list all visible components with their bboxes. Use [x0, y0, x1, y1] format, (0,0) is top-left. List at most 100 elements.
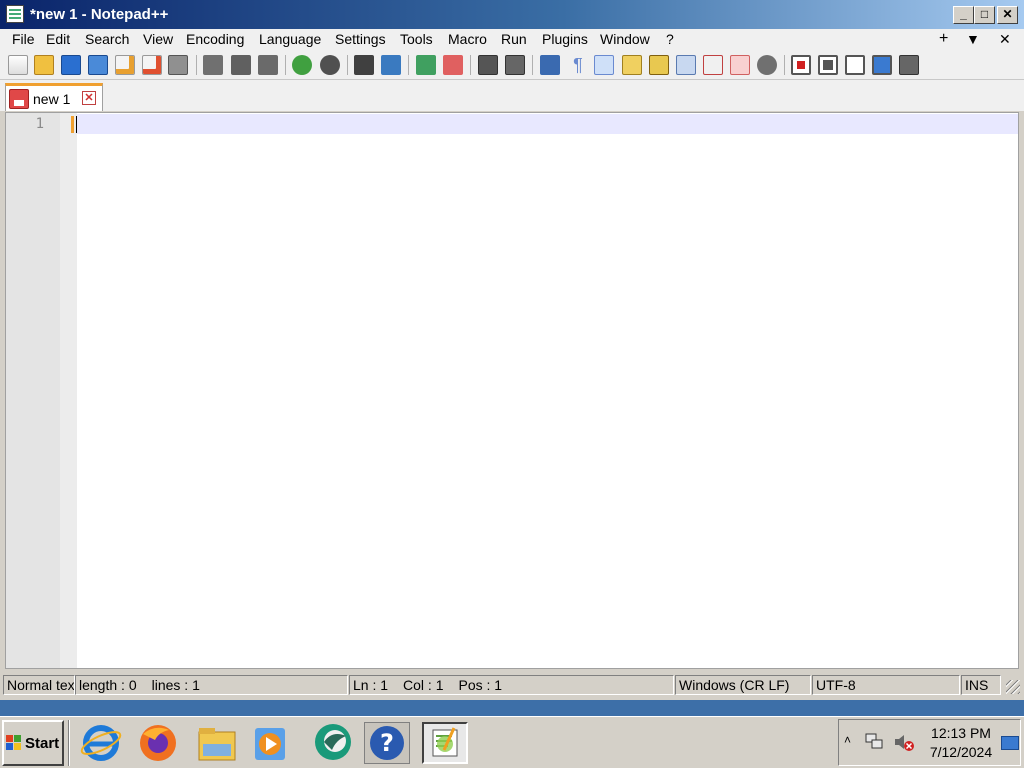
- zoom-in-icon[interactable]: [416, 55, 436, 75]
- save-macro-icon[interactable]: [899, 55, 919, 75]
- print-icon[interactable]: [168, 55, 188, 75]
- menu-view[interactable]: View: [143, 30, 173, 50]
- action-center-icon[interactable]: [1001, 736, 1019, 750]
- close-doc-button[interactable]: ✕: [999, 29, 1011, 49]
- toolbar-separator: [784, 55, 785, 75]
- desktop-strip: [0, 700, 1024, 716]
- replace-icon[interactable]: [381, 55, 401, 75]
- save-icon[interactable]: [61, 55, 81, 75]
- redo-icon[interactable]: [320, 55, 340, 75]
- close-icon[interactable]: [115, 55, 135, 75]
- open-file-icon[interactable]: [34, 55, 54, 75]
- status-pos: Pos : 1: [458, 677, 503, 693]
- status-eol[interactable]: Windows (CR LF): [675, 675, 811, 695]
- zoom-out-icon[interactable]: [443, 55, 463, 75]
- function-list-icon[interactable]: [703, 55, 723, 75]
- menu-macro[interactable]: Macro: [448, 30, 487, 50]
- taskbar-separator: [68, 720, 70, 766]
- toolbar-separator: [532, 55, 533, 75]
- menu-window[interactable]: Window: [600, 30, 650, 50]
- maximize-button[interactable]: □: [974, 6, 995, 24]
- clock-time[interactable]: 12:13 PM: [925, 725, 997, 741]
- menu-edit[interactable]: Edit: [46, 30, 70, 50]
- sync-vertical-icon[interactable]: [478, 55, 498, 75]
- status-ln: Ln : 1: [353, 677, 389, 693]
- run-macro-multiple-icon[interactable]: [872, 55, 892, 75]
- menu-settings[interactable]: Settings: [335, 30, 386, 50]
- status-lines: lines : 1: [151, 677, 200, 693]
- windows-logo-icon: [6, 735, 22, 751]
- media-player-icon[interactable]: [247, 722, 293, 764]
- status-insert-mode[interactable]: INS: [961, 675, 1001, 695]
- unsaved-file-icon: [9, 89, 29, 109]
- chat-app-icon[interactable]: [310, 722, 356, 764]
- firefox-icon[interactable]: [135, 722, 181, 764]
- save-all-icon[interactable]: [88, 55, 108, 75]
- udl-icon[interactable]: [622, 55, 642, 75]
- status-length-box: length : 0 lines : 1: [75, 675, 348, 695]
- menu-language[interactable]: Language: [259, 30, 321, 50]
- folder-as-workspace-icon[interactable]: [730, 55, 750, 75]
- playback-icon[interactable]: [845, 55, 865, 75]
- status-file-type: Normal tex: [3, 675, 75, 695]
- cut-icon[interactable]: [203, 55, 223, 75]
- add-tab-button[interactable]: +: [939, 29, 948, 49]
- window-edge: [1019, 112, 1024, 669]
- tab-list-dropdown-button[interactable]: ▼: [966, 29, 980, 49]
- menu-tools[interactable]: Tools: [400, 30, 433, 50]
- monitoring-icon[interactable]: [757, 55, 777, 75]
- help-icon[interactable]: ?: [364, 722, 410, 764]
- paste-icon[interactable]: [258, 55, 278, 75]
- notepadpp-icon[interactable]: [422, 722, 468, 764]
- status-position-box: Ln : 1 Col : 1 Pos : 1: [349, 675, 674, 695]
- resize-grip[interactable]: [1004, 678, 1020, 694]
- svg-text:?: ?: [380, 729, 394, 757]
- indent-guide-icon[interactable]: [594, 55, 614, 75]
- toolbar-separator: [285, 55, 286, 75]
- find-icon[interactable]: [354, 55, 374, 75]
- close-all-icon[interactable]: [142, 55, 162, 75]
- menu-run[interactable]: Run: [501, 30, 527, 50]
- toolbar-separator: [408, 55, 409, 75]
- fold-margin[interactable]: [60, 113, 77, 668]
- minimize-button[interactable]: _: [953, 6, 974, 24]
- show-hidden-icons-button[interactable]: ˄: [844, 733, 851, 747]
- copy-icon[interactable]: [231, 55, 251, 75]
- toolbar-separator: [470, 55, 471, 75]
- notepadpp-app-icon[interactable]: [6, 5, 24, 23]
- text-caret: [76, 116, 77, 133]
- status-col: Col : 1: [403, 677, 444, 693]
- file-explorer-icon[interactable]: [194, 722, 240, 764]
- menu-search[interactable]: Search: [85, 30, 129, 50]
- volume-muted-icon[interactable]: [893, 732, 915, 752]
- change-marker: [71, 116, 74, 133]
- menu-file[interactable]: File: [12, 30, 35, 50]
- new-file-icon[interactable]: [8, 55, 28, 75]
- line-number: 1: [35, 116, 44, 132]
- current-line-highlight[interactable]: [77, 114, 1018, 134]
- status-length: length : 0: [79, 677, 137, 693]
- record-macro-icon[interactable]: [791, 55, 811, 75]
- editor-area[interactable]: [5, 112, 1019, 669]
- tab-close-button[interactable]: ✕: [82, 91, 96, 105]
- undo-icon[interactable]: [292, 55, 312, 75]
- start-label[interactable]: Start: [25, 735, 59, 752]
- sync-horizontal-icon[interactable]: [505, 55, 525, 75]
- status-encoding[interactable]: UTF-8: [812, 675, 960, 695]
- internet-explorer-icon[interactable]: [78, 722, 124, 764]
- close-window-button[interactable]: ✕: [997, 6, 1018, 24]
- show-all-chars-icon[interactable]: ¶: [568, 55, 588, 75]
- doc-list-icon[interactable]: [676, 55, 696, 75]
- toolbar-separator: [347, 55, 348, 75]
- menu-encoding[interactable]: Encoding: [186, 30, 244, 50]
- tab-bar: [0, 80, 1024, 111]
- doc-map-icon[interactable]: [649, 55, 669, 75]
- word-wrap-icon[interactable]: [540, 55, 560, 75]
- tab-label[interactable]: new 1: [33, 91, 70, 107]
- clock-date[interactable]: 7/12/2024: [925, 744, 997, 760]
- network-icon[interactable]: [864, 732, 884, 752]
- menu-plugins[interactable]: Plugins: [542, 30, 588, 50]
- menu-help[interactable]: ?: [666, 30, 674, 50]
- toolbar-separator: [196, 55, 197, 75]
- stop-record-icon[interactable]: [818, 55, 838, 75]
